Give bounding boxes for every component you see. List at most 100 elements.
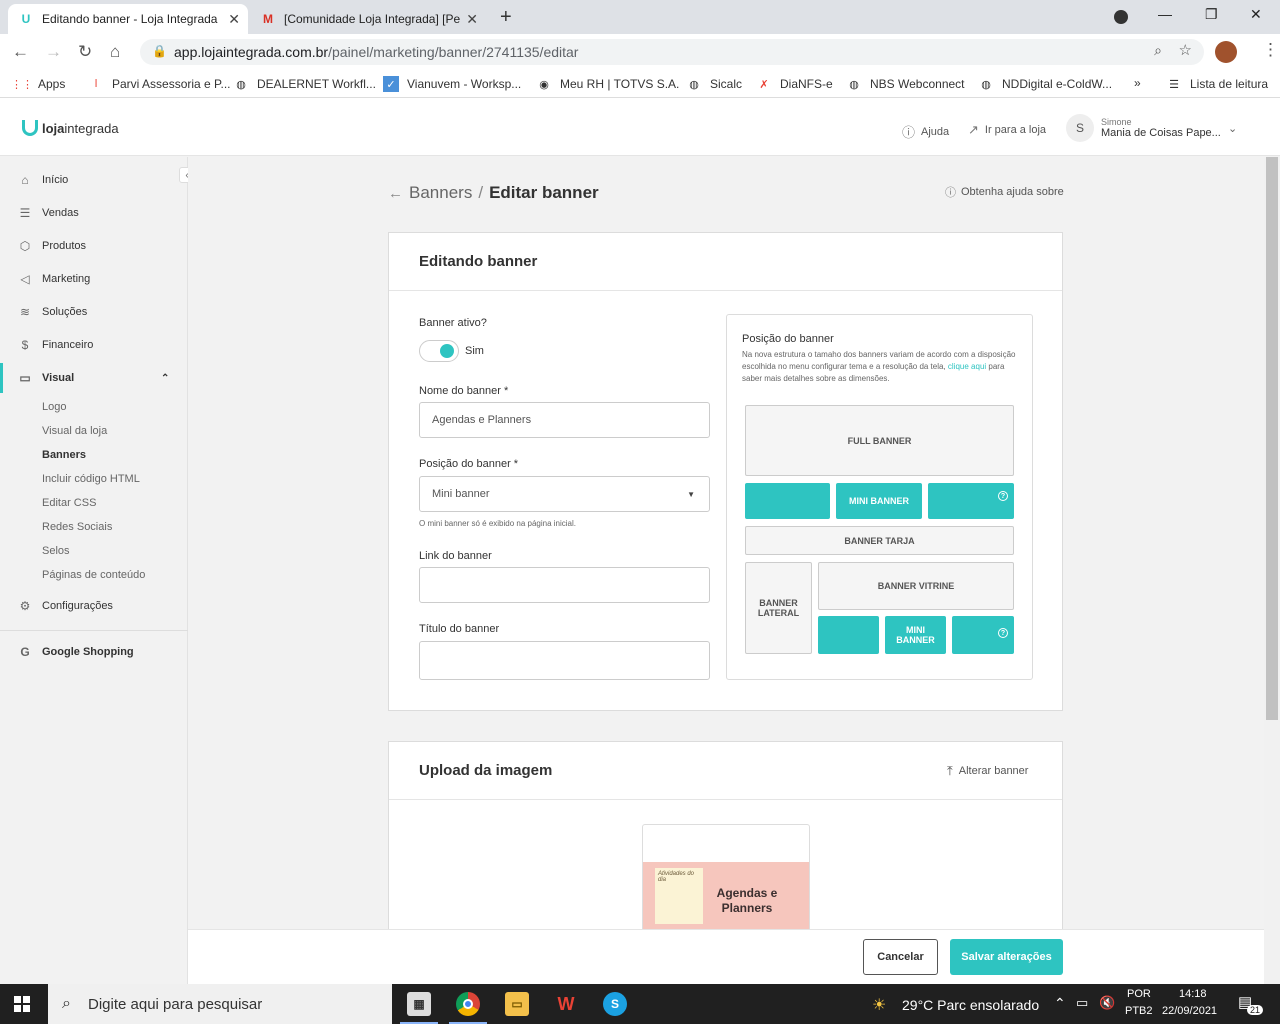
sidebar-item-inicio[interactable]: ⌂ Início xyxy=(0,165,188,195)
sidebar: ⌂ Início ☰ Vendas ⬡ Produtos ◁ Marketing ≋ So… xyxy=(0,157,188,984)
app-header: loja integrada ⓘ Ajuda ↗ Ir para a loja S S… xyxy=(0,98,1280,156)
sidebar-sub-visual-loja[interactable]: Visual da loja xyxy=(42,425,107,437)
help-link[interactable]: ⓘ Ajuda xyxy=(902,122,949,141)
clock-time[interactable]: 14:18 xyxy=(1179,988,1207,1000)
position-mini-banner[interactable]: MINI BANNER xyxy=(836,483,922,519)
sidebar-sub-redes[interactable]: Redes Sociais xyxy=(42,521,112,533)
sidebar-sub-paginas[interactable]: Páginas de conteúdo xyxy=(42,569,145,581)
breadcrumb: ← Banners / Editar banner xyxy=(388,183,599,203)
position-mini-banner-right[interactable]: ? xyxy=(928,483,1014,519)
sidebar-sub-selos[interactable]: Selos xyxy=(42,545,70,557)
avatar[interactable]: S xyxy=(1066,114,1094,142)
restore-button[interactable]: ❐ xyxy=(1205,6,1218,23)
bookmark-apps[interactable]: ⋮⋮ Apps xyxy=(11,76,65,92)
bookmark-dealernet[interactable]: ◍ DEALERNET Workfl... xyxy=(233,76,376,92)
megaphone-icon: ◁ xyxy=(20,272,30,286)
clock-date[interactable]: 22/09/2021 xyxy=(1162,1005,1217,1017)
user-menu[interactable]: Simone Mania de Coisas Pape... xyxy=(1101,117,1221,139)
banner-title-textarea[interactable] xyxy=(419,641,710,680)
weather-text[interactable]: 29°C Parc ensolarado xyxy=(902,997,1039,1013)
bookmark-dianfse[interactable]: ✗ DiaNFS-e xyxy=(756,76,832,92)
help-about-link[interactable]: ⓘ Obtenha ajuda sobre xyxy=(945,184,1064,200)
taskbar-search-input[interactable]: ⌕ Digite aqui para pesquisar xyxy=(48,984,392,1024)
dianfse-icon: ✗ xyxy=(759,78,769,91)
position-select[interactable]: Mini banner ▼ xyxy=(419,476,710,512)
back-arrow-icon[interactable]: ← xyxy=(388,185,403,202)
sidebar-item-financeiro[interactable]: $ Financeiro xyxy=(0,330,188,360)
menu-kebab-icon[interactable]: ⋮ xyxy=(1262,40,1279,60)
position-mini-banner-2-left[interactable] xyxy=(818,616,879,654)
go-to-store-link[interactable]: ↗ Ir para a loja xyxy=(968,122,1046,138)
address-bar[interactable]: 🔒 app.lojaintegrada.com.br/painel/market… xyxy=(140,39,1204,65)
file-explorer-icon[interactable]: ▭ xyxy=(505,992,529,1016)
sidebar-item-google-shopping[interactable]: G Google Shopping xyxy=(0,637,188,667)
cancel-button[interactable]: Cancelar xyxy=(863,939,938,975)
tab-comunidade[interactable]: M [Comunidade Loja Integrada] [Pe ✕ xyxy=(250,4,486,34)
volume-muted-icon[interactable]: 🔇 xyxy=(1099,995,1115,1011)
reload-icon[interactable]: ↻ xyxy=(78,42,92,62)
sidebar-item-visual[interactable]: ▭ Visual ⌃ xyxy=(0,363,188,393)
bookmark-nbs[interactable]: ◍ NBS Webconnect xyxy=(846,76,964,92)
position-mini-banner-2-right[interactable]: ? xyxy=(952,616,1014,654)
active-toggle[interactable] xyxy=(419,340,459,362)
chevron-up-icon[interactable]: ⌃ xyxy=(1054,995,1066,1012)
position-mini-banner-2[interactable]: MINI BANNER xyxy=(885,616,946,654)
sidebar-sub-logo[interactable]: Logo xyxy=(42,401,66,413)
banner-link-input[interactable] xyxy=(419,567,710,603)
zoom-icon[interactable]: ⌕ xyxy=(1154,42,1162,59)
sidebar-item-produtos[interactable]: ⬡ Produtos xyxy=(0,231,188,261)
save-button[interactable]: Salvar alterações xyxy=(950,939,1063,975)
tab-editando-banner[interactable]: U Editando banner - Loja Integrada ✕ xyxy=(8,4,248,34)
bookmark-reading-list[interactable]: ☰ Lista de leitura xyxy=(1166,76,1268,92)
position-banner-tarja[interactable]: BANNER TARJA xyxy=(745,526,1014,555)
back-icon[interactable]: ← xyxy=(12,42,29,62)
bookmark-vianuvem[interactable]: ✓ Vianuvem - Worksp... xyxy=(383,76,521,92)
bookmark-sicalc[interactable]: ◍ Sicalc xyxy=(686,76,742,92)
upload-title: Upload da imagem xyxy=(419,762,553,779)
home-icon[interactable]: ⌂ xyxy=(110,42,120,62)
close-window-button[interactable]: ✕ xyxy=(1250,6,1262,23)
sidebar-item-marketing[interactable]: ◁ Marketing xyxy=(0,264,188,294)
new-tab-button[interactable]: + xyxy=(500,6,512,29)
tab-search-icon[interactable] xyxy=(1114,10,1128,24)
logo[interactable]: loja integrada xyxy=(22,120,119,136)
keyboard-layout[interactable]: PTB2 xyxy=(1125,1005,1153,1017)
network-icon[interactable]: ▭ xyxy=(1076,995,1088,1011)
bookmark-nddigital[interactable]: ◍ NDDigital e-ColdW... xyxy=(978,76,1112,92)
breadcrumb-parent[interactable]: Banners xyxy=(409,183,472,203)
monitor-icon: ▭ xyxy=(19,371,31,385)
chrome-icon[interactable] xyxy=(456,992,480,1016)
breadcrumb-separator: / xyxy=(478,183,484,202)
sidebar-item-solucoes[interactable]: ≋ Soluções xyxy=(0,297,188,327)
close-tab-icon[interactable]: ✕ xyxy=(228,11,240,28)
position-full-banner[interactable]: FULL BANNER xyxy=(745,405,1014,476)
scrollbar-thumb[interactable] xyxy=(1266,157,1278,720)
sidebar-item-configuracoes[interactable]: ⚙ Configurações xyxy=(0,591,188,621)
more-bookmarks-icon[interactable]: » xyxy=(1134,76,1141,90)
calculator-icon[interactable]: ▦ xyxy=(407,992,431,1016)
position-banner-lateral[interactable]: BANNER LATERAL xyxy=(745,562,812,654)
close-tab-icon[interactable]: ✕ xyxy=(466,11,478,28)
bookmark-parvi[interactable]: ǀ Parvi Assessoria e P... xyxy=(88,76,231,92)
language-code[interactable]: POR xyxy=(1127,988,1151,1000)
sidebar-item-vendas[interactable]: ☰ Vendas xyxy=(0,198,188,228)
change-banner-button[interactable]: ⤒ Alterar banner xyxy=(947,763,1028,779)
sidebar-sub-banners[interactable]: Banners xyxy=(42,449,86,461)
chevron-down-icon[interactable]: ⌄ xyxy=(1228,122,1237,135)
forward-icon[interactable]: → xyxy=(45,42,62,62)
sidebar-sub-html[interactable]: Incluir código HTML xyxy=(42,473,140,485)
skype-icon[interactable]: S xyxy=(603,992,627,1016)
profile-avatar[interactable] xyxy=(1215,41,1237,63)
position-banner-vitrine[interactable]: BANNER VITRINE xyxy=(818,562,1014,610)
minimize-button[interactable]: — xyxy=(1158,6,1172,22)
sidebar-sub-css[interactable]: Editar CSS xyxy=(42,497,96,509)
windows-start-icon[interactable] xyxy=(14,996,30,1012)
position-panel-title: Posição do banner xyxy=(742,333,834,345)
click-here-link[interactable]: clique aqui xyxy=(948,362,986,371)
bookmark-meurh[interactable]: ◉ Meu RH | TOTVS S.A. xyxy=(536,76,679,92)
bookmark-star-icon[interactable]: ☆ xyxy=(1179,41,1192,59)
position-panel-desc: Na nova estrutura o tamaho dos banners v… xyxy=(742,349,1022,385)
wps-icon[interactable]: W xyxy=(554,992,578,1016)
banner-name-input[interactable]: Agendas e Planners xyxy=(419,402,710,438)
position-mini-banner-left[interactable] xyxy=(745,483,830,519)
